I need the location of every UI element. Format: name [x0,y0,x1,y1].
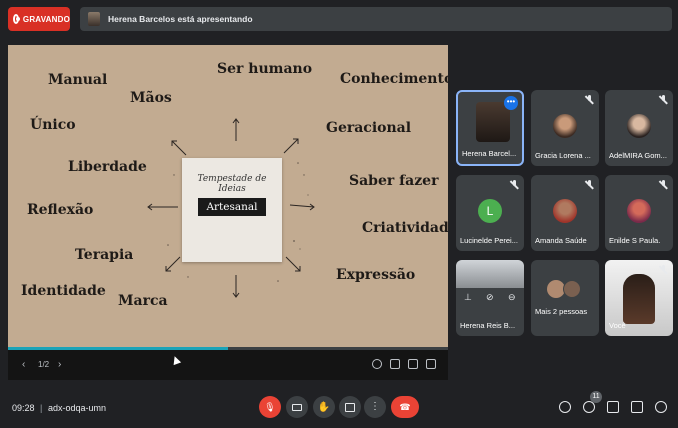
remove-icon[interactable]: ⊖ [508,292,516,303]
pip-icon[interactable] [390,359,400,369]
participant-tile-self[interactable]: Você [605,260,673,336]
participant-tile[interactable]: Gracia Lorena ... [531,90,599,166]
mic-off-icon: 🎙 [264,401,276,412]
center-word: Artesanal [198,198,266,216]
participant-name: Herena Barcel... [462,149,517,158]
broadcast-icon[interactable] [372,359,382,369]
participant-name: Lucinelde Perei... [460,236,518,245]
participant-tile[interactable]: L Lucinelde Perei... [456,175,524,251]
activities-icon[interactable] [631,401,643,413]
page-indicator: 1/2 [38,360,50,369]
card-title: Tempestade de Ideias [197,174,267,194]
mic-toggle-button[interactable]: 🎙 [259,396,281,418]
participant-tile[interactable]: AdelMIRA Gom... [605,90,673,166]
recording-label: GRAVANDO [22,14,70,24]
word-unico: Único [30,117,76,133]
people-icon[interactable] [583,401,595,413]
avatar: L [478,199,502,223]
meeting-code: adx-odqa-umn [48,403,107,413]
participant-name: AdelMIRA Gom... [609,151,667,160]
word-liberdade: Liberdade [68,159,147,175]
captions-icon[interactable] [408,359,418,369]
slide-controls: ‹ 1/2 › [8,350,448,380]
people-count-badge: 11 [590,391,602,403]
word-ser-humano: Ser humano [217,61,313,77]
participant-tile[interactable]: ••• Herena Barcel... [456,90,524,166]
mic-off-icon [585,95,594,104]
participant-tile[interactable]: Amanda Saúde [531,175,599,251]
avatar [627,114,651,138]
recording-indicator[interactable]: GRAVANDO [8,7,70,31]
bottom-bar: 09:28 | adx-odqa-umn 🎙 ✋ ⋮ ☎ [0,388,678,428]
avatar [553,114,577,138]
participant-tile[interactable]: Mais 2 pessoas [531,260,599,336]
pin-icon[interactable]: ⊥ [464,292,472,303]
raise-hand-button[interactable]: ✋ [313,396,335,418]
mic-off-icon [659,180,668,189]
host-controls-icon[interactable] [655,401,667,413]
participant-name: Enilde S Paula. [609,236,661,245]
word-marca: Marca [118,293,168,309]
chevron-left-icon[interactable]: ‹ [22,359,25,370]
word-conhecimento: Conhecimento [340,71,448,87]
slide: Tempestade de Ideias Artesanal Manual Mã… [8,45,448,347]
separator: | [40,403,43,413]
present-button[interactable] [339,396,361,418]
participant-video [623,274,655,324]
clock: 09:28 [12,403,35,413]
chevron-right-icon[interactable]: › [58,359,61,370]
mic-off-icon [510,180,519,189]
chat-icon[interactable] [607,401,619,413]
word-manual: Manual [48,72,108,88]
mic-off-icon[interactable]: ⊘ [486,292,494,303]
participant-video [456,260,524,288]
avatar [553,199,577,223]
camera-icon [292,403,302,411]
word-saber-fazer: Saber fazer [349,173,439,189]
mic-off-icon [585,180,594,189]
participant-tile[interactable]: ⊥ ⊘ ⊖ Herena Reis B... [456,260,524,336]
word-expressao: Expressão [336,267,416,283]
mic-off-icon [659,95,668,104]
hand-icon: ✋ [317,401,331,413]
center-card: Tempestade de Ideias Artesanal [182,158,282,262]
more-vert-icon: ⋮ [370,401,380,412]
leave-call-button[interactable]: ☎ [391,396,419,418]
present-icon [345,402,355,412]
participant-name: Você [609,321,626,330]
presenting-text: Herena Barcelos está apresentando [108,14,253,24]
camera-toggle-button[interactable] [286,396,308,418]
word-criatividade: Criatividade [362,220,448,236]
word-geracional: Geracional [326,120,412,136]
word-maos: Mãos [130,90,172,106]
participant-video [476,102,510,142]
avatar [563,280,581,298]
fullscreen-icon[interactable] [426,359,436,369]
mic-off-icon [659,265,668,274]
phone-hangup-icon: ☎ [399,401,411,412]
info-icon[interactable] [559,401,571,413]
presenting-banner: Herena Barcelos está apresentando [80,7,672,31]
more-options-button[interactable]: ⋮ [364,396,386,418]
participant-tile[interactable]: Enilde S Paula. [605,175,673,251]
presenter-avatar [88,12,100,26]
word-terapia: Terapia [75,247,134,263]
participant-name: Mais 2 pessoas [535,307,588,316]
participant-name: Herena Reis B... [460,321,516,330]
more-options-icon[interactable]: ••• [504,96,518,110]
word-identidade: Identidade [21,283,106,299]
avatar [627,199,651,223]
record-icon [13,14,20,24]
participant-name: Amanda Saúde [535,236,587,245]
participant-name: Gracia Lorena ... [535,151,591,160]
word-reflexao: Reflexão [27,202,94,218]
presentation-area: Tempestade de Ideias Artesanal Manual Mã… [8,45,448,380]
slide-toolbar [372,359,436,369]
